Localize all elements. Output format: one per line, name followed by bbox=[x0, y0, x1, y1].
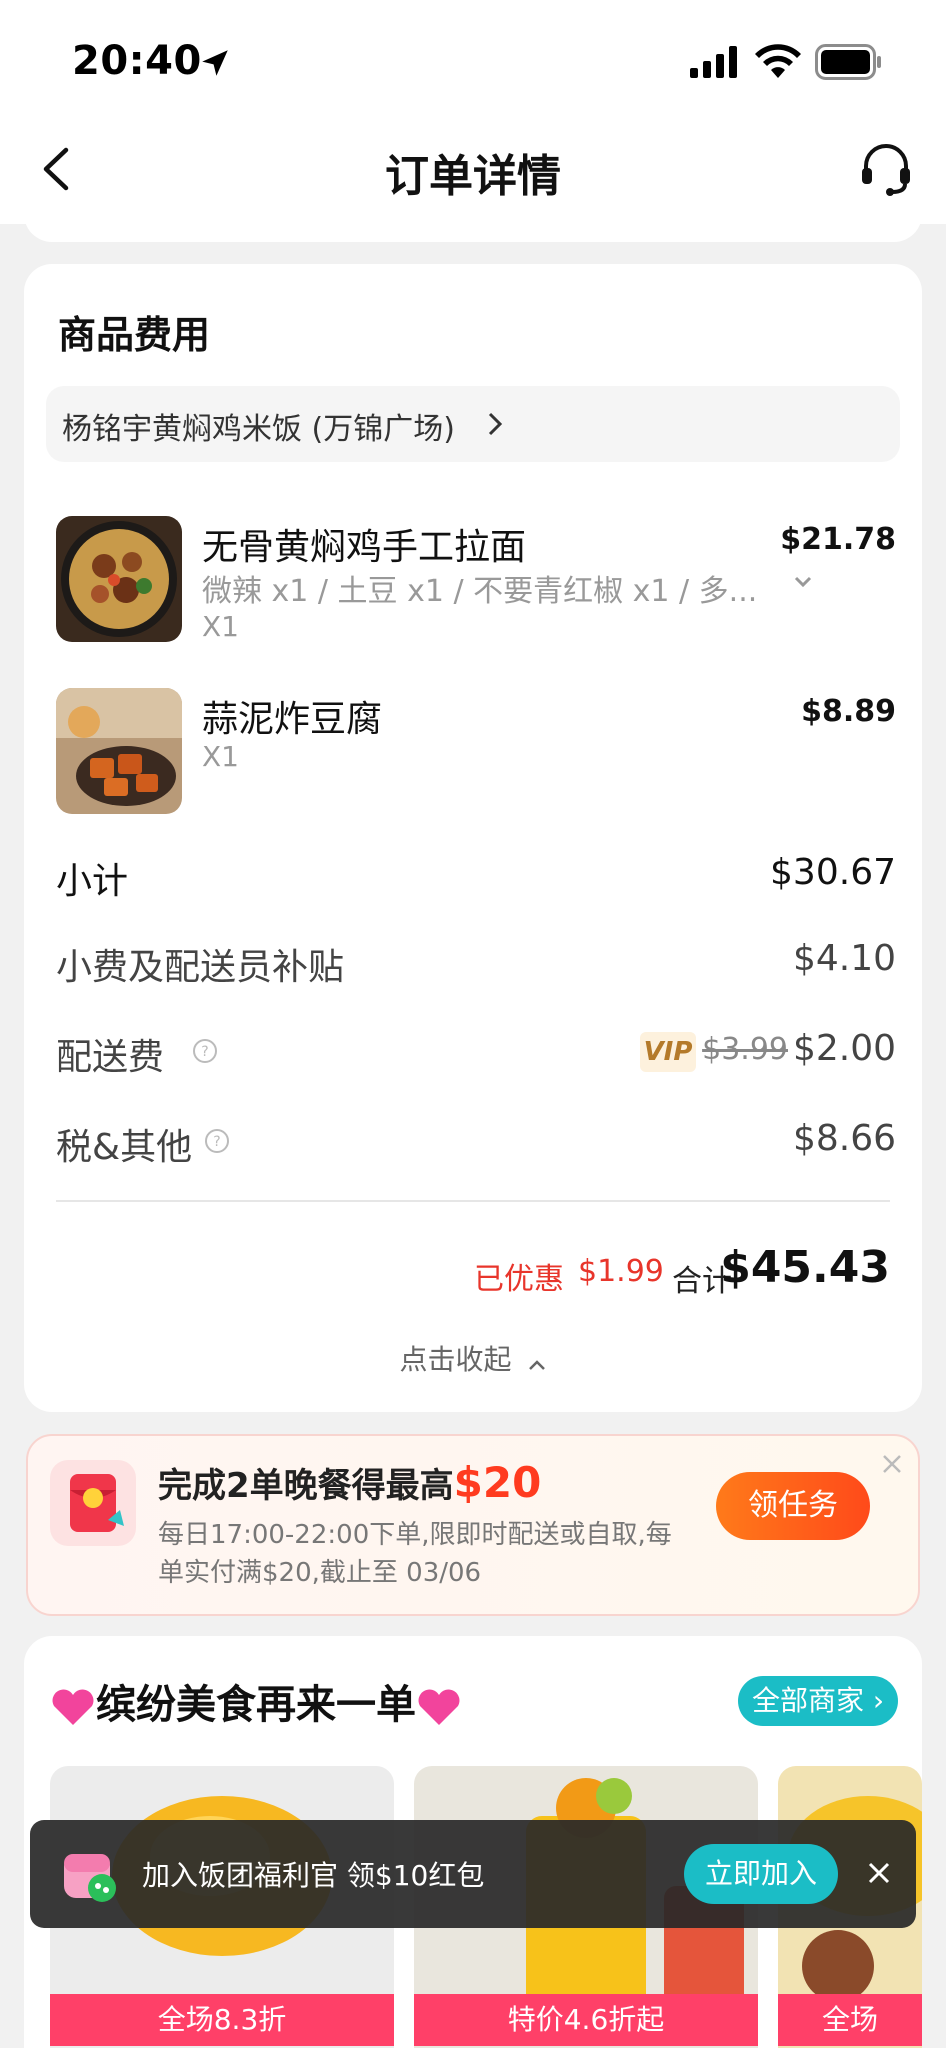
toast-text: 加入饭团福利官 领$10红包 bbox=[142, 1859, 485, 1892]
promo-amount: $20 bbox=[453, 1458, 542, 1507]
svg-text:?: ? bbox=[201, 1044, 208, 1060]
store-name: 杨铭宇黄焖鸡米饭 (万锦广场) bbox=[62, 412, 455, 447]
tile-discount-banner: 全场 bbox=[778, 1994, 922, 2046]
location-arrow-icon bbox=[202, 50, 228, 76]
battery-icon bbox=[815, 44, 881, 80]
chevron-down-icon[interactable] bbox=[792, 574, 814, 590]
tile-discount-banner: 全场8.3折 bbox=[50, 1994, 394, 2046]
status-time: 20:40 bbox=[72, 38, 202, 84]
promo-title-text: 完成2单晚餐得最高 bbox=[158, 1466, 454, 1506]
chevron-right-icon bbox=[488, 412, 503, 436]
help-question-icon[interactable]: ? bbox=[192, 1038, 218, 1064]
food-image bbox=[56, 516, 182, 642]
original-delivery-fee: $3.99 bbox=[702, 1032, 788, 1067]
claim-task-button[interactable]: 领任务 bbox=[716, 1472, 870, 1540]
food-image bbox=[56, 688, 182, 814]
wifi-icon bbox=[755, 44, 801, 78]
item-quantity: X1 bbox=[202, 740, 239, 773]
subtotal-value: $30.67 bbox=[770, 852, 896, 893]
item-quantity: X1 bbox=[202, 610, 239, 643]
collapse-toggle[interactable]: 点击收起 bbox=[24, 1338, 922, 1378]
join-benefits-toast: 加入饭团福利官 领$10红包 立即加入 bbox=[30, 1820, 916, 1928]
discount-label: 已优惠 bbox=[474, 1262, 564, 1297]
promo-description: 每日17:00-22:00下单,限即时配送或自取,每单实付满$20,截止至 03… bbox=[158, 1520, 672, 1588]
tile-discount-banner: 特价4.6折起 bbox=[414, 1994, 758, 2046]
tax-label: 税&其他 bbox=[56, 1127, 193, 1168]
tax-row: 税&其他 ? $8.66 bbox=[56, 1118, 896, 1168]
heart-icon bbox=[418, 1689, 460, 1725]
delivery-fee-label: 配送费 bbox=[56, 1037, 165, 1078]
customer-support-headset-icon[interactable] bbox=[860, 140, 912, 196]
tip-row: 小费及配送员补贴 $4.10 bbox=[56, 938, 896, 988]
vip-badge: VIP bbox=[640, 1032, 696, 1072]
item-name: 蒜泥炸豆腐 bbox=[202, 699, 383, 740]
help-question-icon[interactable]: ? bbox=[204, 1128, 230, 1154]
promo-title: 完成2单晚餐得最高$20 bbox=[158, 1458, 541, 1507]
subtotal-row: 小计 $30.67 bbox=[56, 852, 896, 902]
divider bbox=[56, 1200, 890, 1202]
dinner-task-promo: 完成2单晚餐得最高$20 每日17:00-22:00下单,限即时配送或自取,每单… bbox=[26, 1434, 920, 1616]
all-merchants-button[interactable]: 全部商家 › bbox=[738, 1676, 898, 1726]
previous-card-bottom bbox=[24, 200, 922, 242]
status-bar: 20:40 bbox=[0, 0, 946, 112]
collapse-label: 点击收起 bbox=[399, 1343, 512, 1376]
total-value: $45.43 bbox=[720, 1242, 890, 1293]
red-envelope-icon bbox=[50, 1460, 136, 1546]
tip-label: 小费及配送员补贴 bbox=[56, 947, 345, 988]
close-icon[interactable] bbox=[866, 1860, 892, 1886]
page-title: 订单详情 bbox=[385, 151, 561, 202]
tip-value: $4.10 bbox=[792, 938, 896, 979]
subtotal-label: 小计 bbox=[56, 861, 129, 902]
close-icon[interactable] bbox=[880, 1452, 904, 1476]
item-name: 无骨黄焖鸡手工拉面 bbox=[202, 527, 527, 568]
join-now-button[interactable]: 立即加入 bbox=[684, 1844, 838, 1904]
discount-value: $1.99 bbox=[578, 1254, 664, 1289]
delivery-fee-row: 配送费 ? VIP $3.99 $2.00 bbox=[56, 1028, 896, 1078]
svg-text:?: ? bbox=[213, 1134, 220, 1150]
item-price: $21.78 bbox=[780, 522, 896, 557]
reorder-title-text: 缤纷美食再来一单 bbox=[96, 1682, 416, 1728]
item-price: $8.89 bbox=[801, 694, 896, 729]
tax-value: $8.66 bbox=[792, 1118, 896, 1159]
store-link[interactable]: 杨铭宇黄焖鸡米饭 (万锦广场) bbox=[46, 386, 900, 462]
all-merchants-label: 全部商家 bbox=[751, 1684, 864, 1717]
cellular-signal-icon bbox=[690, 46, 737, 78]
reorder-title: 缤纷美食再来一单 bbox=[50, 1672, 462, 1730]
chevron-up-icon bbox=[528, 1359, 545, 1370]
heart-icon bbox=[52, 1689, 94, 1725]
order-item: 蒜泥炸豆腐 $8.89 X1 bbox=[56, 688, 896, 818]
order-item: 无骨黄焖鸡手工拉面 $21.78 微辣 x1 / 土豆 x1 / 不要青红椒 x… bbox=[56, 516, 896, 646]
delivery-fee-value: $2.00 bbox=[792, 1028, 896, 1069]
gift-bag-icon bbox=[64, 1854, 116, 1902]
product-fees-card: 商品费用 杨铭宇黄焖鸡米饭 (万锦广场) 无骨黄焖鸡手工拉面 $21.78 微辣… bbox=[24, 264, 922, 1412]
item-spec: 微辣 x1 / 土豆 x1 / 不要青红椒 x1 / 多... bbox=[202, 574, 758, 609]
section-title: 商品费用 bbox=[58, 313, 211, 357]
